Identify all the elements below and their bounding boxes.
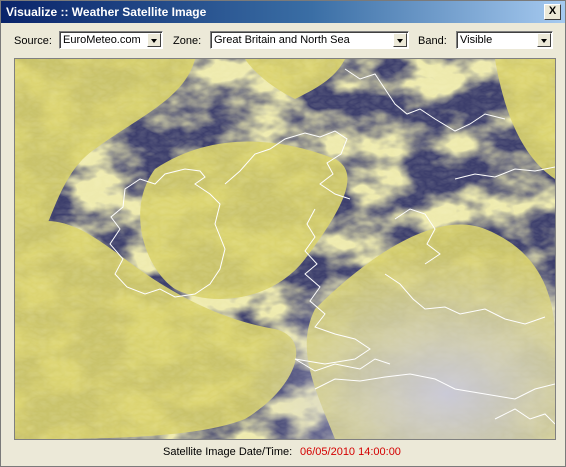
- status-bar: Satellite Image Date/Time: 06/05/2010 14…: [1, 445, 565, 461]
- source-label: Source:: [14, 35, 52, 47]
- zone-value: Great Britain and North Sea: [214, 34, 350, 46]
- chevron-down-icon[interactable]: [537, 33, 551, 47]
- datetime-label: Satellite Image Date/Time:: [163, 446, 293, 458]
- title-bar: Visualize :: Weather Satellite Image X: [1, 1, 565, 23]
- zone-dropdown[interactable]: Great Britain and North Sea: [210, 31, 409, 49]
- toolbar: Source: EuroMeteo.com Zone: Great Britai…: [1, 23, 565, 57]
- band-dropdown[interactable]: Visible: [456, 31, 553, 49]
- source-value: EuroMeteo.com: [63, 34, 141, 46]
- datetime-value: 06/05/2010 14:00:00: [300, 446, 401, 458]
- chevron-down-icon[interactable]: [147, 33, 161, 47]
- satellite-window: Visualize :: Weather Satellite Image X S…: [0, 0, 566, 467]
- satellite-image: [14, 58, 556, 440]
- chevron-down-icon[interactable]: [393, 33, 407, 47]
- window-title: Visualize :: Weather Satellite Image: [6, 5, 207, 19]
- satellite-image-canvas: [15, 59, 555, 439]
- zone-label: Zone:: [173, 35, 202, 47]
- source-dropdown[interactable]: EuroMeteo.com: [59, 31, 163, 49]
- close-button[interactable]: X: [544, 4, 561, 20]
- high-cloud-haze: [15, 59, 555, 439]
- band-value: Visible: [460, 34, 493, 46]
- band-label: Band:: [418, 35, 447, 47]
